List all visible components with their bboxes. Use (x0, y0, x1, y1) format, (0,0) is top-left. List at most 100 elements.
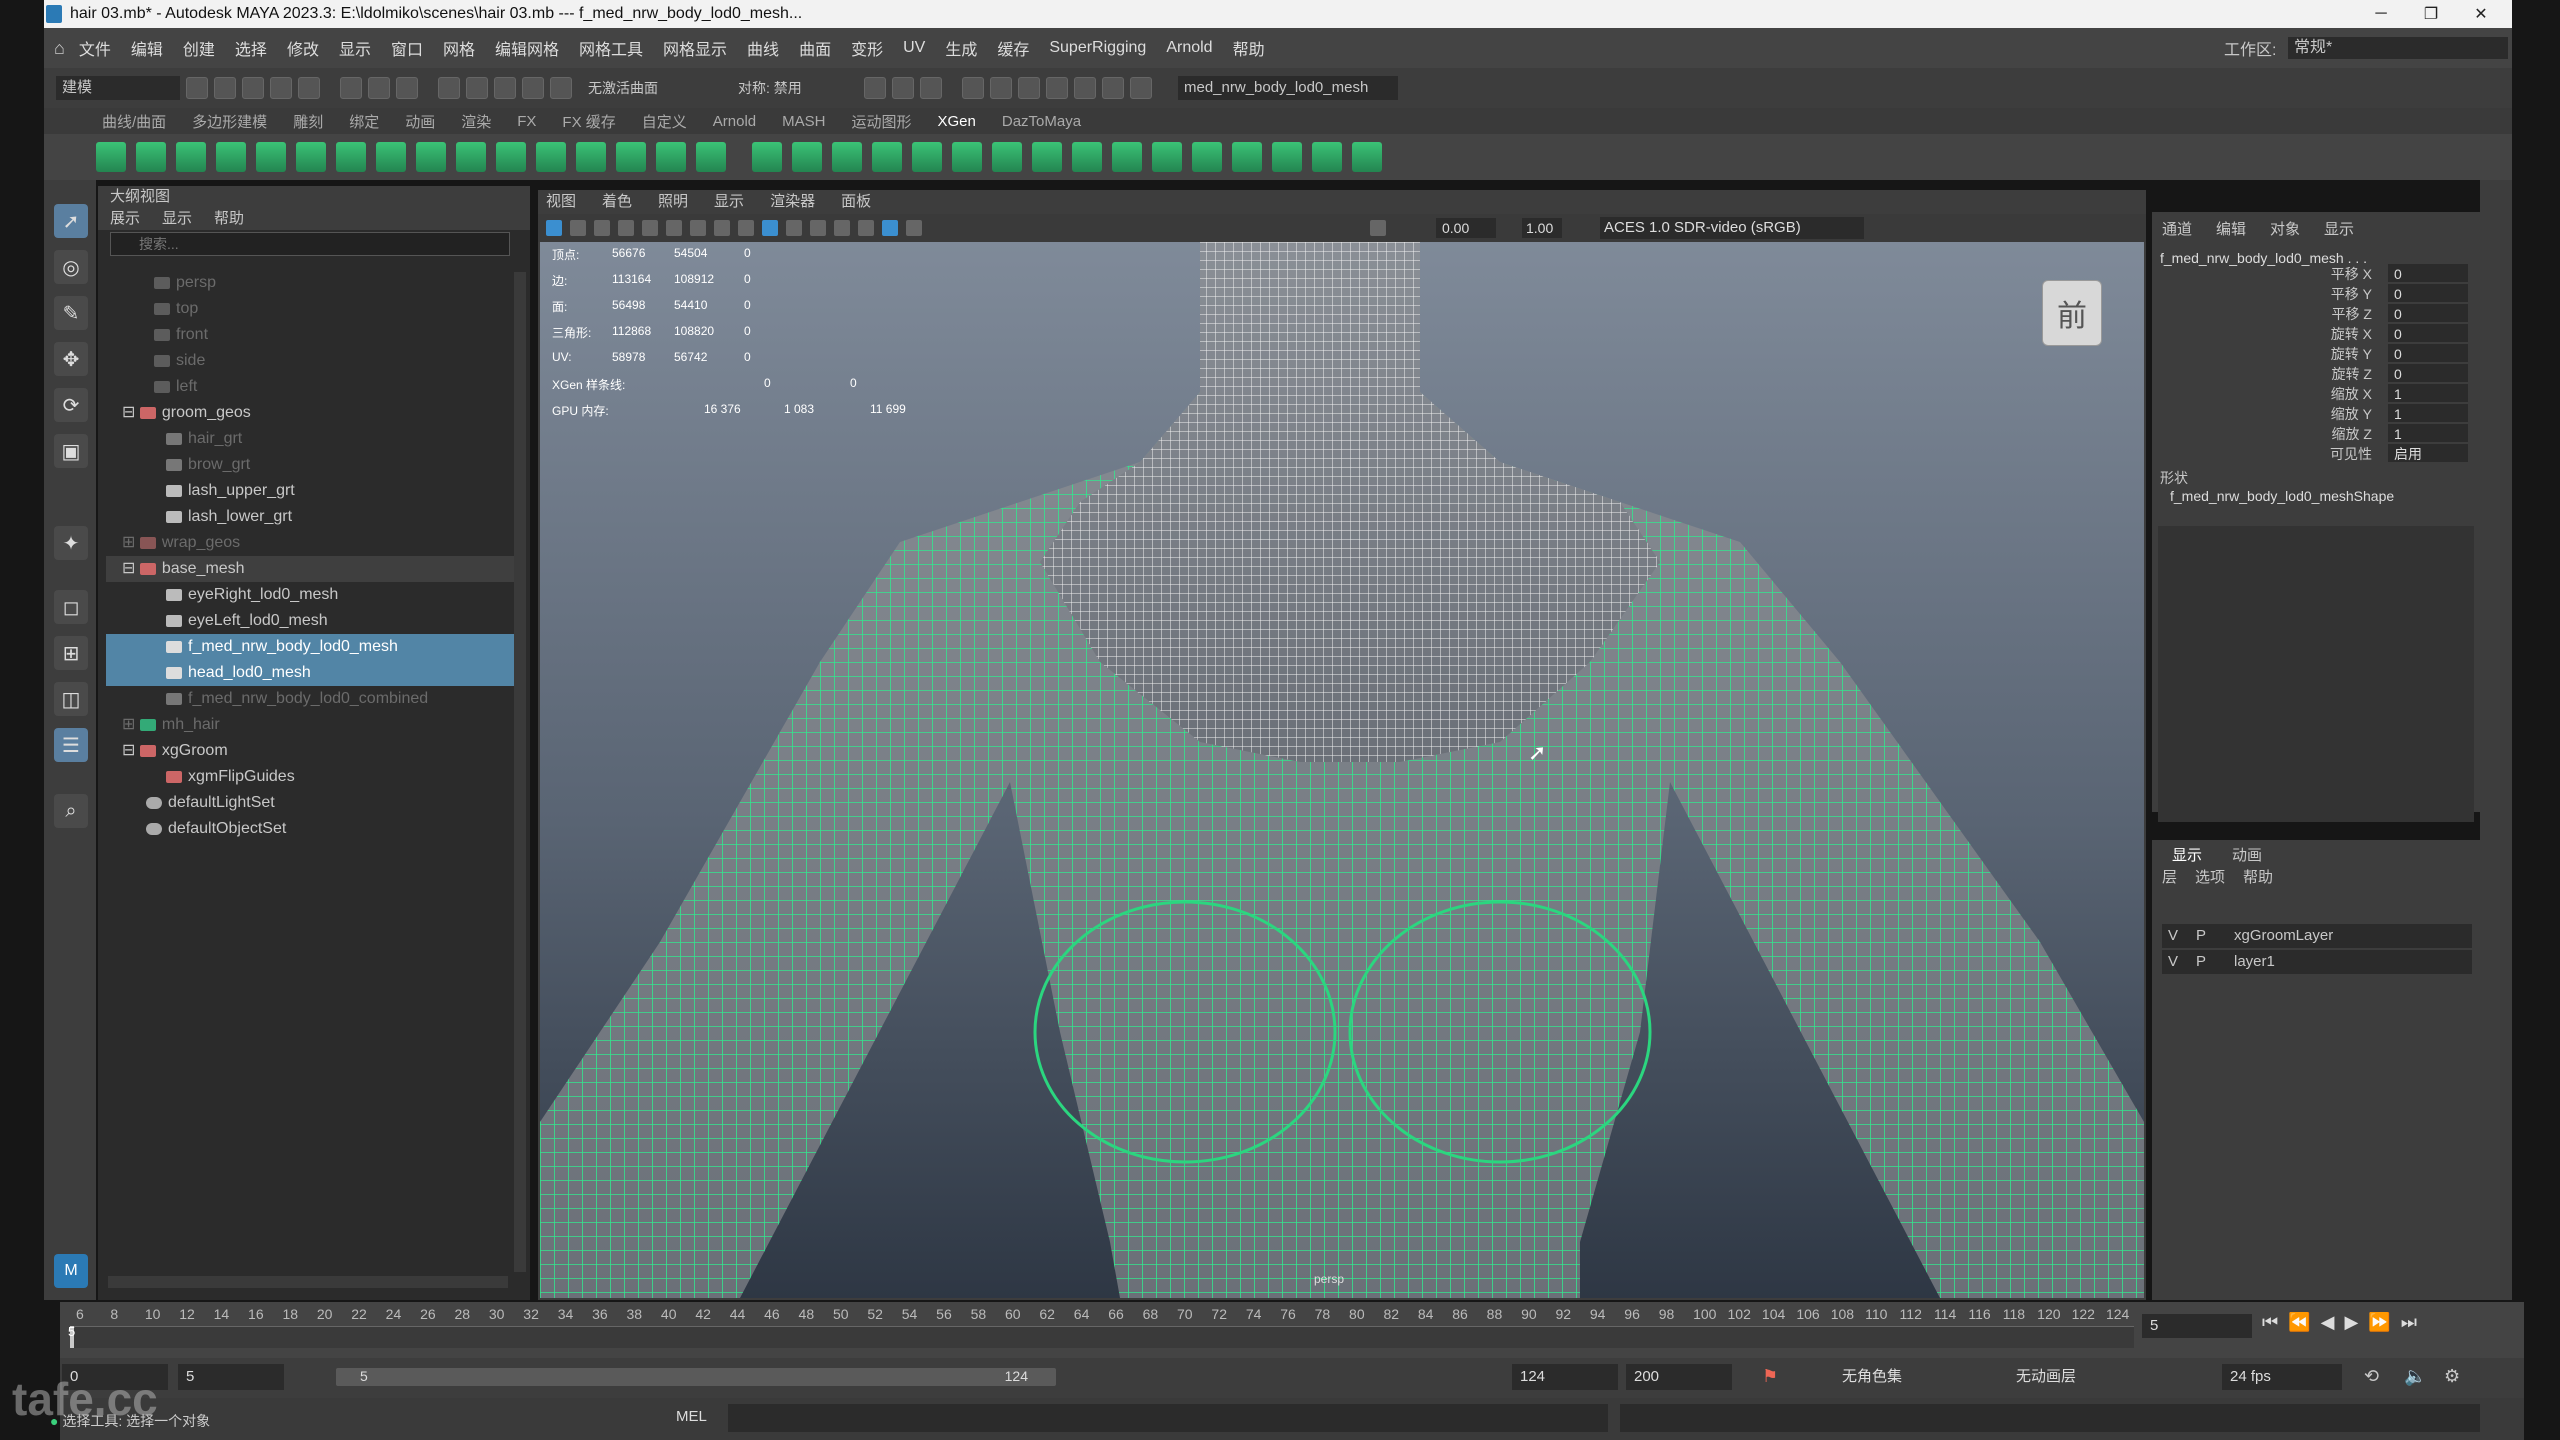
input-ops-icon[interactable] (864, 77, 886, 99)
safe-action-icon[interactable] (690, 220, 706, 236)
object-name-field[interactable]: med_nrw_body_lod0_mesh (1178, 76, 1398, 100)
menu-select[interactable]: 选择 (235, 36, 267, 60)
comb-icon[interactable] (616, 142, 646, 172)
hypershade-icon[interactable] (1074, 77, 1096, 99)
menu-edit-mesh[interactable]: 编辑网格 (495, 36, 559, 60)
outliner-item-xgmflipguides[interactable]: xgmFlipGuides (106, 764, 518, 790)
brush-freeze-icon[interactable] (1152, 142, 1182, 172)
loop-icon[interactable]: ⟲ (2364, 1366, 2379, 1387)
outliner-menu-display[interactable]: 显示 (162, 208, 192, 230)
exposure-field[interactable]: 0.00 (1436, 218, 1496, 238)
menu-generate[interactable]: 生成 (945, 36, 977, 60)
brush-scale-icon[interactable] (1232, 142, 1262, 172)
channel-scale-z[interactable]: 缩放 Z1 (2152, 424, 2480, 444)
time-slider-track[interactable] (70, 1326, 2134, 1348)
shelf-tab-polygons[interactable]: 多边形建模 (192, 111, 267, 132)
layer-row-layer1[interactable]: V Player1 (2162, 950, 2472, 974)
viewport-menu-view[interactable]: 视图 (546, 190, 576, 214)
paint-select-icon[interactable]: ✎ (54, 296, 88, 330)
brush-attract-icon[interactable] (1352, 142, 1382, 172)
outliner-menu-help[interactable]: 帮助 (214, 208, 244, 230)
render-view-icon[interactable] (962, 77, 984, 99)
lights-icon[interactable] (810, 220, 826, 236)
layer-menu-help[interactable]: 帮助 (2243, 866, 2273, 887)
outliner-menu-show[interactable]: 展示 (110, 208, 140, 230)
shelf-tab-rigging[interactable]: 绑定 (349, 111, 379, 132)
menu-windows[interactable]: 窗口 (391, 36, 423, 60)
restore-button[interactable]: ❐ (2406, 0, 2456, 28)
viewport-menu-show[interactable]: 显示 (714, 190, 744, 214)
channel-rotate-y[interactable]: 旋转 Y0 (2152, 344, 2480, 364)
outliner-item-default-object-set[interactable]: defaultObjectSet (106, 816, 518, 842)
brush-rotate-icon[interactable] (992, 142, 1022, 172)
scene-end-field[interactable]: 200 (1626, 1364, 1732, 1390)
menu-mesh-tools[interactable]: 网格工具 (579, 36, 643, 60)
symmetry-dropdown[interactable]: 对称: 禁用 (738, 78, 858, 98)
shelf-tab-arnold[interactable]: Arnold (713, 113, 756, 130)
noise-icon[interactable] (496, 142, 526, 172)
resolution-gate-icon[interactable] (666, 220, 682, 236)
menu-deform[interactable]: 变形 (851, 36, 883, 60)
go-to-start-icon[interactable]: ⏮ (2262, 1312, 2278, 1340)
channelbox-menu-channels[interactable]: 通道 (2162, 218, 2192, 239)
brush-grab-icon[interactable] (832, 142, 862, 172)
shelf-tab-xgen[interactable]: XGen (938, 113, 976, 130)
playback-options-icon[interactable]: ⚙ (2444, 1366, 2460, 1387)
menu-mesh-display[interactable]: 网格显示 (663, 36, 727, 60)
xgen-collection-icon[interactable] (176, 142, 206, 172)
select-object-icon[interactable] (368, 77, 390, 99)
layer-menu-layers[interactable]: 层 (2162, 866, 2177, 887)
layer-tab-display[interactable]: 显示 (2172, 844, 2202, 865)
brush-bend-icon[interactable] (1312, 142, 1342, 172)
exposure-icon[interactable] (1370, 220, 1386, 236)
layer-tab-animation[interactable]: 动画 (2232, 844, 2262, 865)
lasso-tool-icon[interactable]: ◎ (54, 250, 88, 284)
outliner-item-base-mesh[interactable]: ⊟ base_mesh (106, 556, 518, 582)
render-current-icon[interactable] (990, 77, 1012, 99)
menu-help[interactable]: 帮助 (1233, 36, 1265, 60)
outliner-item-eye-left[interactable]: eyeLeft_lod0_mesh (106, 608, 518, 634)
outliner-item-hair-grt[interactable]: hair_grt (106, 426, 518, 452)
close-button[interactable]: ✕ (2456, 0, 2506, 28)
channel-scale-x[interactable]: 缩放 X1 (2152, 384, 2480, 404)
outliner-item-head-mesh[interactable]: head_lod0_mesh (106, 660, 518, 686)
workspace-dropdown[interactable]: 常规* (2288, 37, 2508, 59)
brush-cut-icon[interactable] (952, 142, 982, 172)
viewport-menu-panels[interactable]: 面板 (841, 190, 871, 214)
outliner-item-default-light-set[interactable]: defaultLightSet (106, 790, 518, 816)
channel-scale-y[interactable]: 缩放 Y1 (2152, 404, 2480, 424)
layer-icon[interactable] (456, 142, 486, 172)
menu-curves[interactable]: 曲线 (747, 36, 779, 60)
viewport-menu-shading[interactable]: 着色 (602, 190, 632, 214)
outliner-item-front[interactable]: front (106, 322, 518, 348)
open-scene-icon[interactable] (214, 77, 236, 99)
xgen-editor-icon[interactable] (96, 142, 126, 172)
rotate-tool-icon[interactable]: ⟳ (54, 388, 88, 422)
wireframe-on-shaded-icon[interactable] (762, 220, 778, 236)
step-back-frame-icon[interactable]: ◀ (2321, 1312, 2335, 1340)
sculpt-guide-icon[interactable] (256, 142, 286, 172)
cut-icon[interactable] (536, 142, 566, 172)
camera-attributes-icon[interactable] (546, 220, 562, 236)
render-settings-icon[interactable] (1046, 77, 1068, 99)
shelf-tab-motion-graphics[interactable]: 运动图形 (851, 111, 911, 132)
coil-icon[interactable] (576, 142, 606, 172)
channel-translate-y[interactable]: 平移 Y0 (2152, 284, 2480, 304)
scale-tool-icon[interactable]: ▣ (54, 434, 88, 468)
shelf-tab-custom[interactable]: 自定义 (642, 111, 687, 132)
add-guide-icon[interactable] (296, 142, 326, 172)
layer-menu-options[interactable]: 选项 (2195, 866, 2225, 887)
outliner-item-body-combined[interactable]: f_med_nrw_body_lod0_combined (106, 686, 518, 712)
layer-row-xggroomlayer[interactable]: V PxgGroomLayer (2162, 924, 2472, 948)
range-start-field[interactable]: 5 (178, 1364, 284, 1390)
brush-part-icon[interactable] (1112, 142, 1142, 172)
outliner-item-groom-geos[interactable]: ⊟ groom_geos (106, 400, 518, 426)
brush-smooth-icon[interactable] (872, 142, 902, 172)
wireframe-icon[interactable] (714, 220, 730, 236)
brush-length-icon[interactable] (912, 142, 942, 172)
menu-arnold[interactable]: Arnold (1166, 39, 1212, 57)
width-icon[interactable] (752, 142, 782, 172)
current-frame-field[interactable]: 5 (2142, 1314, 2252, 1338)
single-pane-icon[interactable]: ◻ (54, 590, 88, 624)
channelbox-menu-show[interactable]: 显示 (2324, 218, 2354, 239)
